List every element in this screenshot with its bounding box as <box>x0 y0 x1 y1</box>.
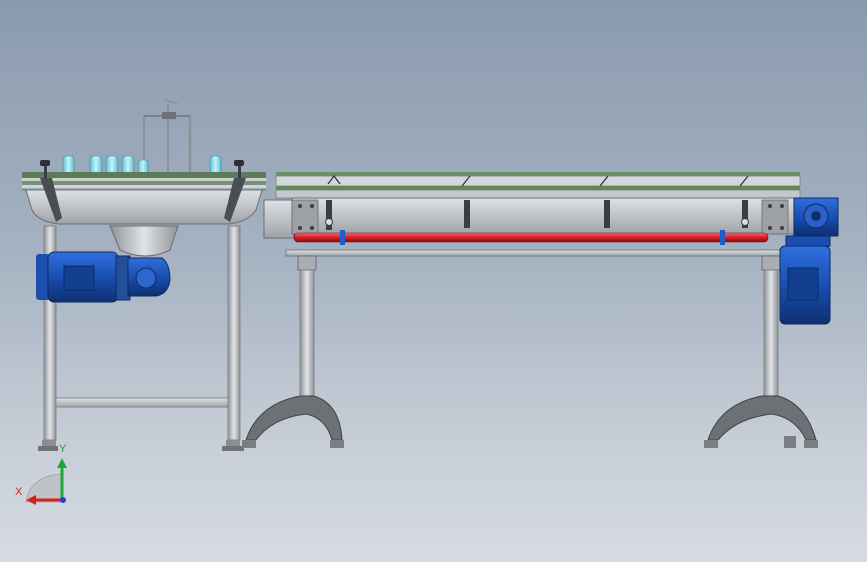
transfer-plate <box>263 199 295 239</box>
left-drive-motor[interactable] <box>36 251 171 303</box>
z-axis-dot <box>60 497 66 503</box>
conveyor-stand-left <box>242 255 344 448</box>
coordinate-triad <box>25 458 67 505</box>
conveyor-assembly-model[interactable] <box>0 0 867 562</box>
linear-conveyor[interactable] <box>242 172 839 448</box>
conveyor-side-frame <box>291 197 797 235</box>
turntable-belt <box>22 172 266 178</box>
guide-rod-assembly <box>143 99 192 172</box>
cad-viewport[interactable]: X Y <box>0 0 867 562</box>
x-axis-label: X <box>15 486 23 498</box>
table-gearbox <box>109 225 179 257</box>
rotary-table-unit[interactable] <box>22 99 266 451</box>
y-axis-label: Y <box>59 443 67 455</box>
conveyor-belt <box>275 175 801 187</box>
